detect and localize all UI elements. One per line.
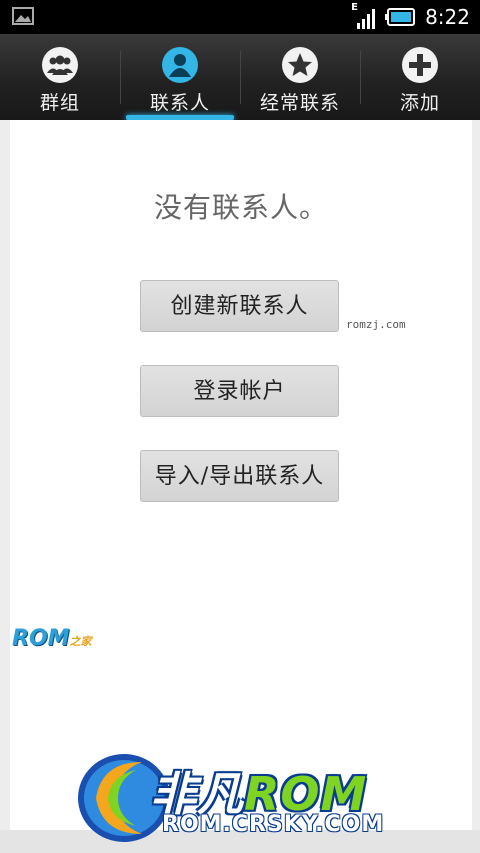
watermark-site: romzj.com bbox=[346, 318, 406, 331]
tab-frequent[interactable]: 经常联系 bbox=[240, 34, 360, 120]
contacts-empty-panel: 没有联系人。 创建新联系人 登录帐户 导入/导出联系人 romzj.com bbox=[10, 120, 472, 830]
tab-groups[interactable]: 群组 bbox=[0, 34, 120, 120]
create-contact-button[interactable]: 创建新联系人 bbox=[140, 280, 339, 332]
romzj-logo-text: ROM bbox=[12, 626, 70, 651]
star-icon bbox=[282, 47, 318, 83]
tab-label: 添加 bbox=[399, 92, 440, 114]
tab-bar: 群组 联系人 经常联系 添加 bbox=[0, 34, 480, 120]
tab-label: 联系人 bbox=[149, 92, 210, 114]
tab-add[interactable]: 添加 bbox=[360, 34, 480, 120]
tab-contacts[interactable]: 联系人 bbox=[120, 34, 240, 120]
tab-label: 群组 bbox=[39, 92, 80, 114]
groups-icon bbox=[42, 47, 78, 83]
image-notification-icon bbox=[12, 7, 34, 25]
brand-url: ROM.CRSKY.COM bbox=[162, 812, 385, 837]
romzj-logo-suffix: 之家 bbox=[69, 635, 92, 648]
battery-icon bbox=[385, 8, 416, 26]
romzj-watermark: ROM之家 bbox=[12, 626, 92, 651]
import-export-button[interactable]: 导入/导出联系人 bbox=[140, 450, 339, 502]
empty-message: 没有联系人。 bbox=[153, 191, 328, 224]
plus-icon bbox=[402, 47, 438, 83]
person-icon bbox=[162, 47, 198, 83]
signal-icon: E bbox=[351, 2, 377, 29]
status-icons: E 8:22 bbox=[351, 0, 470, 34]
tab-label: 经常联系 bbox=[259, 92, 340, 114]
status-bar: E 8:22 bbox=[0, 0, 480, 34]
clock: 8:22 bbox=[425, 5, 470, 29]
login-account-button[interactable]: 登录帐户 bbox=[140, 365, 339, 417]
